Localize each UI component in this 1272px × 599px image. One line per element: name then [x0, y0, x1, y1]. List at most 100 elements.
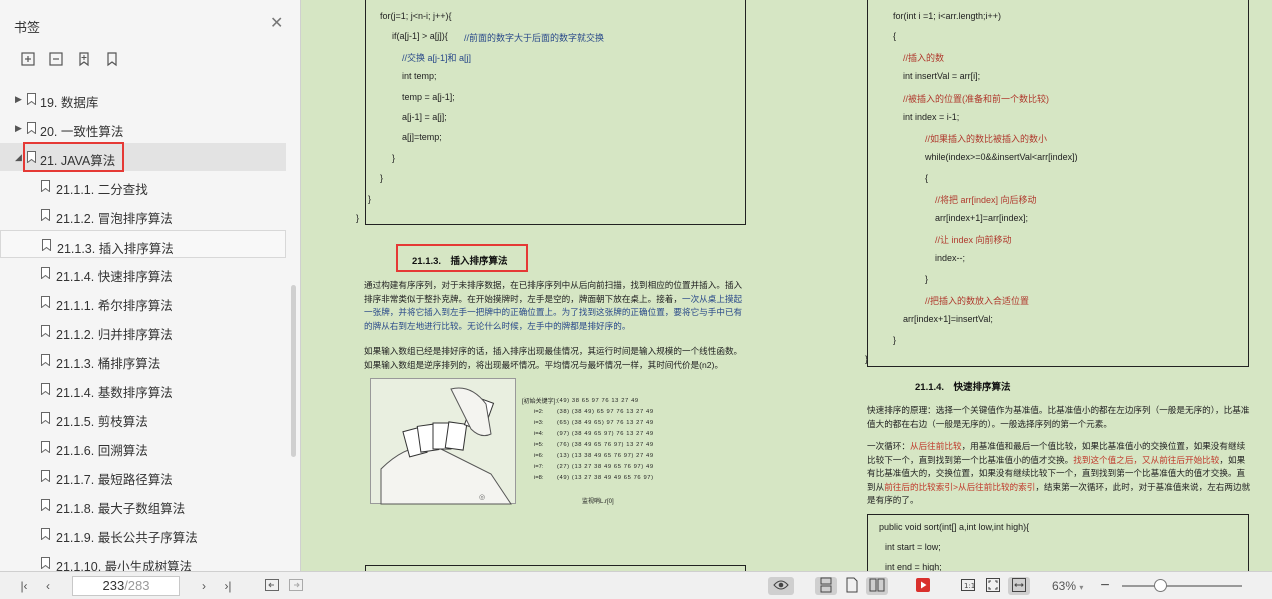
bookmark-label: 20. 一致性算法: [40, 125, 124, 139]
zoom-dropdown[interactable]: 63% ▾: [1052, 577, 1092, 595]
section-title: 21.1.3. 插入排序算法: [412, 256, 508, 267]
code-line: for(j=1; j<n-i; j++){: [380, 11, 452, 21]
code-line: }: [368, 194, 372, 204]
collapsed-arrow-icon[interactable]: ▶: [15, 123, 22, 134]
bookmark-label: 21.1.1. 二分查找: [56, 183, 148, 197]
pdf-reader-window: 书签 ✕ ▶ 19. 数据库 ▶ 20. 一致性算法 ◢ 21. JAVA算法 21.1.1…: [0, 0, 1272, 599]
code-line: arr[index+1]=insertVal;: [903, 314, 993, 324]
code-line: //把插入的数放入合适位置: [925, 296, 1030, 306]
expand-all-icon[interactable]: [20, 51, 36, 67]
code-line: {: [893, 31, 897, 41]
bookmark-icon: [41, 209, 50, 221]
code-line: //让 index 向前移动: [935, 235, 1012, 245]
bookmark-item[interactable]: 21.1.2. 冒泡排序算法: [0, 201, 286, 229]
table-row-key: i=5:: [534, 442, 544, 448]
bookmark-icon[interactable]: [104, 51, 120, 67]
chevron-down-icon: ▾: [1079, 583, 1084, 592]
bookmark-label: 21.1.3. 插入排序算法: [57, 242, 174, 256]
back-icon[interactable]: [264, 577, 280, 595]
bookmark-icon: [41, 412, 50, 424]
code-line: while(index>=0&&insertVal<arr[index]): [925, 152, 1078, 162]
bookmark-item[interactable]: 21.1.4. 基数排序算法: [0, 375, 286, 403]
bookmark-item[interactable]: 21.1.9. 最长公共子序算法: [0, 520, 286, 548]
two-page-icon[interactable]: [866, 577, 888, 595]
table-row-values: (97) (38 49 65 97) 76 13 27 49: [557, 431, 654, 437]
bookmark-item[interactable]: 21.1.4. 快速排序算法: [0, 259, 286, 287]
bookmark-item[interactable]: 21.1.5. 剪枝算法: [0, 404, 286, 432]
paragraph: 如果输入数组已经是排好序的话，插入排序出现最佳情况，其运行时间是输入规模的一个线…: [364, 346, 743, 370]
bookmark-item[interactable]: 21.1.1. 希尔排序算法: [0, 288, 286, 316]
close-icon[interactable]: ✕: [270, 16, 283, 32]
table-row-values: (49) (13 27 38 49 49 65 76 97): [557, 475, 654, 481]
document-view[interactable]: for(j=1; j<n-i; j++){if(a[j-1] > a[j]){/…: [302, 0, 1272, 571]
svg-text:1:1: 1:1: [964, 582, 975, 590]
page-number-input[interactable]: 233/283: [72, 576, 180, 596]
bookmark-item[interactable]: 21.1.8. 最大子数组算法: [0, 491, 286, 519]
fit-width-icon[interactable]: [1008, 577, 1030, 595]
bookmark-icon: [41, 354, 50, 366]
sidebar-scrollbar[interactable]: [291, 285, 296, 457]
collapse-all-icon[interactable]: [48, 51, 64, 67]
code-line: int index = i-1;: [903, 112, 960, 122]
table-row-values: (13) (13 38 49 65 76 97) 27 49: [557, 453, 654, 459]
card-hand-illustration: ◎: [370, 378, 516, 505]
table-row-values: (38) (38 49) 65 97 76 13 27 49: [557, 409, 654, 415]
eye-care-icon[interactable]: [768, 577, 794, 595]
fit-page-icon[interactable]: [985, 577, 1001, 595]
para-text-red: 找到这个值之后，又从前往后开始比较: [1073, 454, 1220, 465]
section-title: 21.1.4. 快速排序算法: [915, 382, 1011, 393]
code-line: //插入的数: [903, 53, 945, 63]
expanded-arrow-icon[interactable]: ◢: [15, 152, 22, 163]
code-line: }: [356, 213, 360, 223]
bookmark-item[interactable]: 21.1.1. 二分查找: [0, 172, 286, 200]
bookmark-icon: [41, 180, 50, 192]
bookmark-item[interactable]: 21.1.3. 桶排序算法: [0, 346, 286, 374]
last-page-icon[interactable]: ›|: [220, 577, 236, 595]
bookmark-label: 21.1.2. 冒泡排序算法: [56, 212, 173, 226]
first-page-icon[interactable]: |‹: [16, 577, 32, 595]
table-row-key: i=2:: [534, 409, 544, 415]
play-icon[interactable]: [914, 577, 932, 595]
bookmark-icon: [41, 296, 50, 308]
collapsed-arrow-icon[interactable]: ▶: [15, 94, 22, 105]
actual-size-icon[interactable]: 1:1: [960, 577, 976, 595]
code-line: }: [865, 354, 869, 364]
bookmark-item[interactable]: 21.1.3. 插入排序算法: [0, 230, 286, 258]
zoom-slider-knob[interactable]: [1154, 579, 1168, 592]
bookmark-item[interactable]: ▶ 19. 数据库: [0, 85, 286, 113]
paragraph: 一次循环：从后往前比较，用基准值和最后一个值比较，如果比基准值小的交换位置，如果…: [867, 440, 1251, 508]
bookmark-icon: [42, 239, 51, 251]
bookmark-label: 21.1.9. 最长公共子序算法: [56, 531, 198, 545]
table-row-values: (76) (38 49 65 76 97) 13 27 49: [557, 442, 654, 448]
next-page-icon[interactable]: ›: [196, 577, 212, 595]
bookmark-item[interactable]: 21.1.2. 归并排序算法: [0, 317, 286, 345]
bookmark-icon: [41, 557, 50, 569]
bookmark-icon: [41, 499, 50, 511]
code-line: a[j-1] = a[j];: [402, 112, 447, 122]
single-page-icon[interactable]: [844, 577, 860, 595]
table-row-values: (65) (38 49 65) 97 76 13 27 49: [557, 420, 654, 426]
para-text: 一次循环：: [867, 441, 910, 451]
table-header: [初始关键字]:: [522, 399, 558, 405]
svg-text:◎: ◎: [479, 493, 485, 501]
zoom-out-icon[interactable]: −: [1098, 577, 1112, 595]
code-line: for(int i =1; i<arr.length;i++): [893, 11, 1002, 21]
code-line: a[j]=temp;: [402, 132, 442, 142]
add-bookmark-icon[interactable]: [76, 51, 92, 67]
code-line: //如果插入的数比被插入的数小: [925, 134, 1048, 144]
table-row-key: i=6:: [534, 453, 544, 459]
zoom-slider-track[interactable]: [1122, 585, 1242, 587]
code-line: int start = low;: [885, 542, 941, 552]
bookmark-item[interactable]: ▶ 20. 一致性算法: [0, 114, 286, 142]
code-line: }: [893, 335, 897, 345]
bookmark-label: 21.1.2. 归并排序算法: [56, 328, 173, 342]
bookmark-icon: [27, 122, 36, 134]
forward-icon[interactable]: [288, 577, 304, 595]
bookmark-item[interactable]: 21.1.7. 最短路径算法: [0, 462, 286, 490]
page-total: /283: [124, 578, 150, 593]
code-line: //前面的数字大于后面的数字就交换: [464, 33, 605, 43]
bookmark-item[interactable]: 21.1.6. 回溯算法: [0, 433, 286, 461]
table-row-key: i=4:: [534, 431, 544, 437]
continuous-page-icon[interactable]: [815, 577, 837, 595]
prev-page-icon[interactable]: ‹: [40, 577, 56, 595]
